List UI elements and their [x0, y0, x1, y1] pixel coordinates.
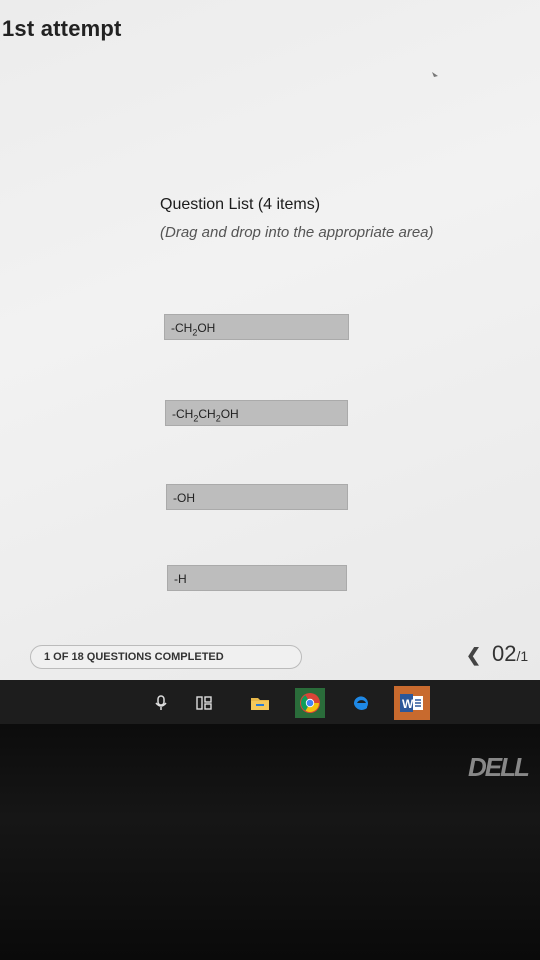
item-text: CH: [198, 407, 216, 421]
monitor-bezel: [0, 724, 540, 960]
item-text: -CH: [172, 407, 194, 421]
browser-screen: 1st attempt Question List (4 items) (Dra…: [0, 0, 540, 680]
progress-text: 1 OF 18 QUESTIONS COMPLETED: [44, 651, 224, 663]
drag-item-oh[interactable]: -OH: [166, 484, 348, 510]
drag-item-ch2oh[interactable]: -CH2OH: [164, 314, 349, 340]
item-text: OH: [197, 321, 216, 335]
previous-question-button[interactable]: ❮: [466, 645, 481, 666]
drag-item-h[interactable]: -H: [167, 565, 347, 591]
question-number-suffix: /1: [516, 648, 529, 664]
question-list-title: Question List (4 items): [160, 196, 321, 213]
word-icon[interactable]: W: [394, 686, 430, 720]
task-view-icon[interactable]: [193, 692, 215, 714]
item-text: -OH: [173, 491, 195, 505]
item-text: -H: [174, 572, 187, 586]
question-number-value: 02: [492, 641, 517, 666]
question-list-instructions: (Drag and drop into the appropriate area…: [160, 224, 434, 241]
item-text: -CH: [171, 321, 193, 335]
item-text: OH: [220, 407, 239, 421]
question-number: 02/1: [492, 641, 528, 667]
drag-item-ch2ch2oh[interactable]: -CH2CH2OH: [165, 400, 348, 426]
cursor-icon: [432, 72, 438, 77]
chrome-icon[interactable]: [295, 688, 325, 718]
attempt-label: 1st attempt: [2, 16, 122, 41]
file-explorer-icon[interactable]: [249, 692, 271, 714]
microphone-icon[interactable]: [150, 692, 172, 714]
dell-logo: DELL: [468, 752, 530, 782]
svg-text:W: W: [402, 697, 414, 711]
edge-icon[interactable]: [350, 692, 372, 714]
